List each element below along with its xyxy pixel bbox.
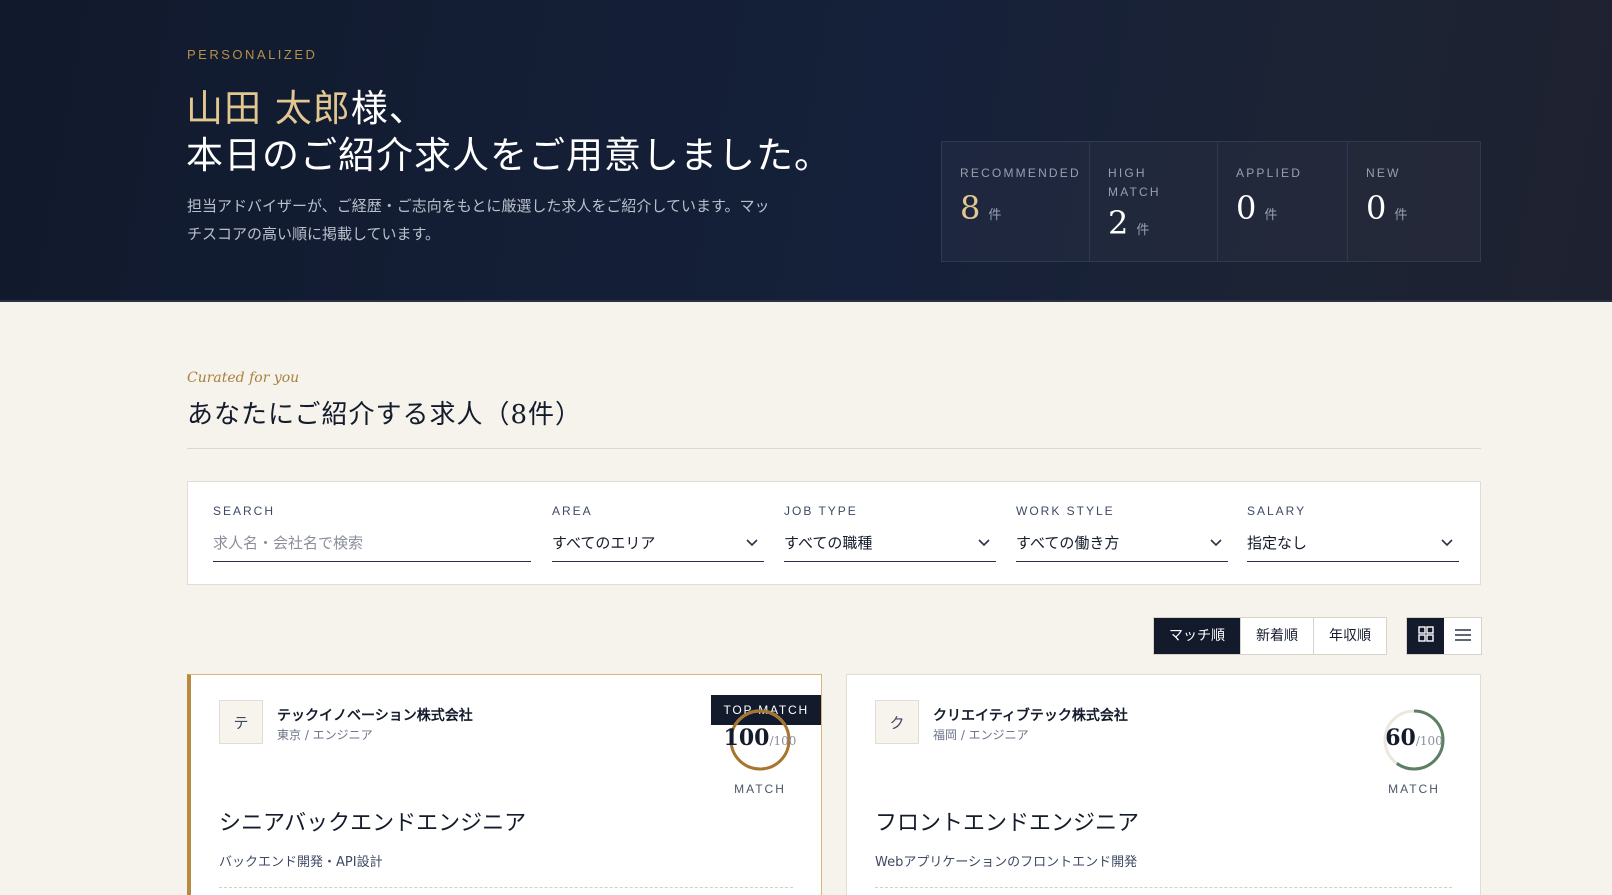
filter-salary: SALARY 指定なし (1247, 504, 1459, 562)
hero-title: 山田 太郎様、 本日のご紹介求人をご用意しました。 (186, 85, 832, 179)
job-meta: 東京 / エンジニア (277, 728, 373, 742)
stat-value: 0 (1366, 189, 1387, 227)
stat-value: 0 (1236, 189, 1257, 227)
stat-label: HIGH (1108, 166, 1147, 180)
work-style-select[interactable]: すべての働き方 (1016, 532, 1228, 562)
stat-label: NEW (1366, 166, 1401, 180)
grid-icon (1417, 626, 1434, 646)
score-max: /100 (1415, 734, 1443, 748)
match-score: 100/100 MATCH (715, 707, 805, 807)
title-line2: 本日のご紹介求人をご用意しました。 (186, 134, 832, 177)
company-name[interactable]: テックイノベーション株式会社 (277, 705, 473, 725)
stat-value: 2 (1108, 204, 1129, 242)
stat-applied: APPLIED 0 件 (1218, 142, 1348, 261)
chevron-down-icon (1441, 536, 1453, 550)
section-divider (187, 448, 1481, 449)
card-divider (875, 887, 1452, 888)
user-name: 山田 太郎 (186, 87, 351, 130)
section-title: あなたにご紹介する求人（8件） (187, 400, 583, 430)
area-select-value: すべてのエリア (552, 534, 656, 552)
grid-view-button[interactable] (1407, 618, 1444, 654)
chevron-down-icon (978, 536, 990, 550)
score-label: MATCH (734, 782, 786, 796)
card-divider (219, 887, 793, 888)
hero-banner: PERSONALIZED 山田 太郎様、 本日のご紹介求人をご用意しました。 担… (0, 0, 1612, 302)
sort-toggle-group: マッチ順 新着順 年収順 (1153, 617, 1387, 655)
job-type-select-value: すべての職種 (784, 534, 873, 552)
job-title[interactable]: フロントエンドエンジニア (875, 805, 1139, 837)
score-label: MATCH (1388, 782, 1440, 796)
company-logo: テ (219, 700, 263, 744)
stat-unit: 件 (1394, 208, 1408, 223)
score-value: 60 (1385, 725, 1416, 751)
job-type-select[interactable]: すべての職種 (784, 532, 996, 562)
stat-recommended: RECOMMENDED 8 件 (942, 142, 1090, 261)
job-description: Webアプリケーションのフロントエンド開発 (875, 855, 1138, 870)
filter-work-style: WORK STYLE すべての働き方 (1016, 504, 1228, 562)
stat-value: 8 (960, 189, 981, 227)
job-title[interactable]: シニアバックエンドエンジニア (219, 805, 526, 837)
filter-label: SEARCH (213, 504, 276, 518)
area-select[interactable]: すべてのエリア (552, 532, 764, 562)
stat-label: RECOMMENDED (960, 166, 1081, 180)
filter-label: SALARY (1247, 504, 1307, 518)
chevron-down-icon (746, 536, 758, 550)
hero-subtitle: 担当アドバイザーが、ご経歴・ご志向をもとに厳選した求人をご紹介しています。マッチ… (187, 197, 770, 243)
stat-label-line2: MATCH (1108, 185, 1161, 199)
filter-label: WORK STYLE (1016, 504, 1115, 518)
filter-label: AREA (552, 504, 593, 518)
list-view-button[interactable] (1444, 618, 1481, 654)
job-card[interactable]: テ テックイノベーション株式会社 東京 / エンジニア TOP MATCH 10… (187, 674, 822, 895)
stat-label: APPLIED (1236, 166, 1303, 180)
hero-eyebrow: PERSONALIZED (187, 47, 318, 62)
stat-unit: 件 (988, 208, 1002, 223)
stat-new: NEW 0 件 (1348, 142, 1480, 261)
company-logo: ク (875, 700, 919, 744)
score-max: /100 (769, 734, 797, 748)
sort-salary-button[interactable]: 年収順 (1314, 618, 1386, 654)
view-toggle-group (1406, 617, 1482, 655)
search-input[interactable]: 求人名・会社名で検索 (213, 532, 531, 562)
sort-newest-button[interactable]: 新着順 (1241, 618, 1314, 654)
filter-search: SEARCH 求人名・会社名で検索 (213, 504, 531, 562)
stats-panel: RECOMMENDED 8 件 HIGH MATCH 2 件 APPLIED 0 … (941, 141, 1481, 262)
salary-select-value: 指定なし (1247, 534, 1308, 552)
sort-match-button[interactable]: マッチ順 (1154, 618, 1241, 654)
chevron-down-icon (1210, 536, 1222, 550)
stat-high-match: HIGH MATCH 2 件 (1090, 142, 1218, 261)
score-value: 100 (723, 725, 770, 751)
job-card[interactable]: ク クリエイティブテック株式会社 福岡 / エンジニア 60/100 MATCH… (846, 674, 1481, 895)
stat-unit: 件 (1264, 208, 1278, 223)
title-suffix: 様、 (350, 87, 427, 130)
filter-area: AREA すべてのエリア (552, 504, 764, 562)
work-style-select-value: すべての働き方 (1016, 534, 1120, 552)
job-description: バックエンド開発・API設計 (219, 855, 383, 870)
job-meta: 福岡 / エンジニア (933, 728, 1029, 742)
salary-select[interactable]: 指定なし (1247, 532, 1459, 562)
section-eyebrow: Curated for you (187, 370, 300, 386)
filter-panel: SEARCH 求人名・会社名で検索 AREA すべてのエリア JOB TYPE … (187, 481, 1481, 585)
filter-label: JOB TYPE (784, 504, 858, 518)
match-score: 60/100 MATCH (1369, 707, 1459, 807)
company-name[interactable]: クリエイティブテック株式会社 (933, 705, 1128, 725)
stat-unit: 件 (1136, 223, 1150, 238)
list-icon (1454, 627, 1472, 646)
filter-job-type: JOB TYPE すべての職種 (784, 504, 996, 562)
